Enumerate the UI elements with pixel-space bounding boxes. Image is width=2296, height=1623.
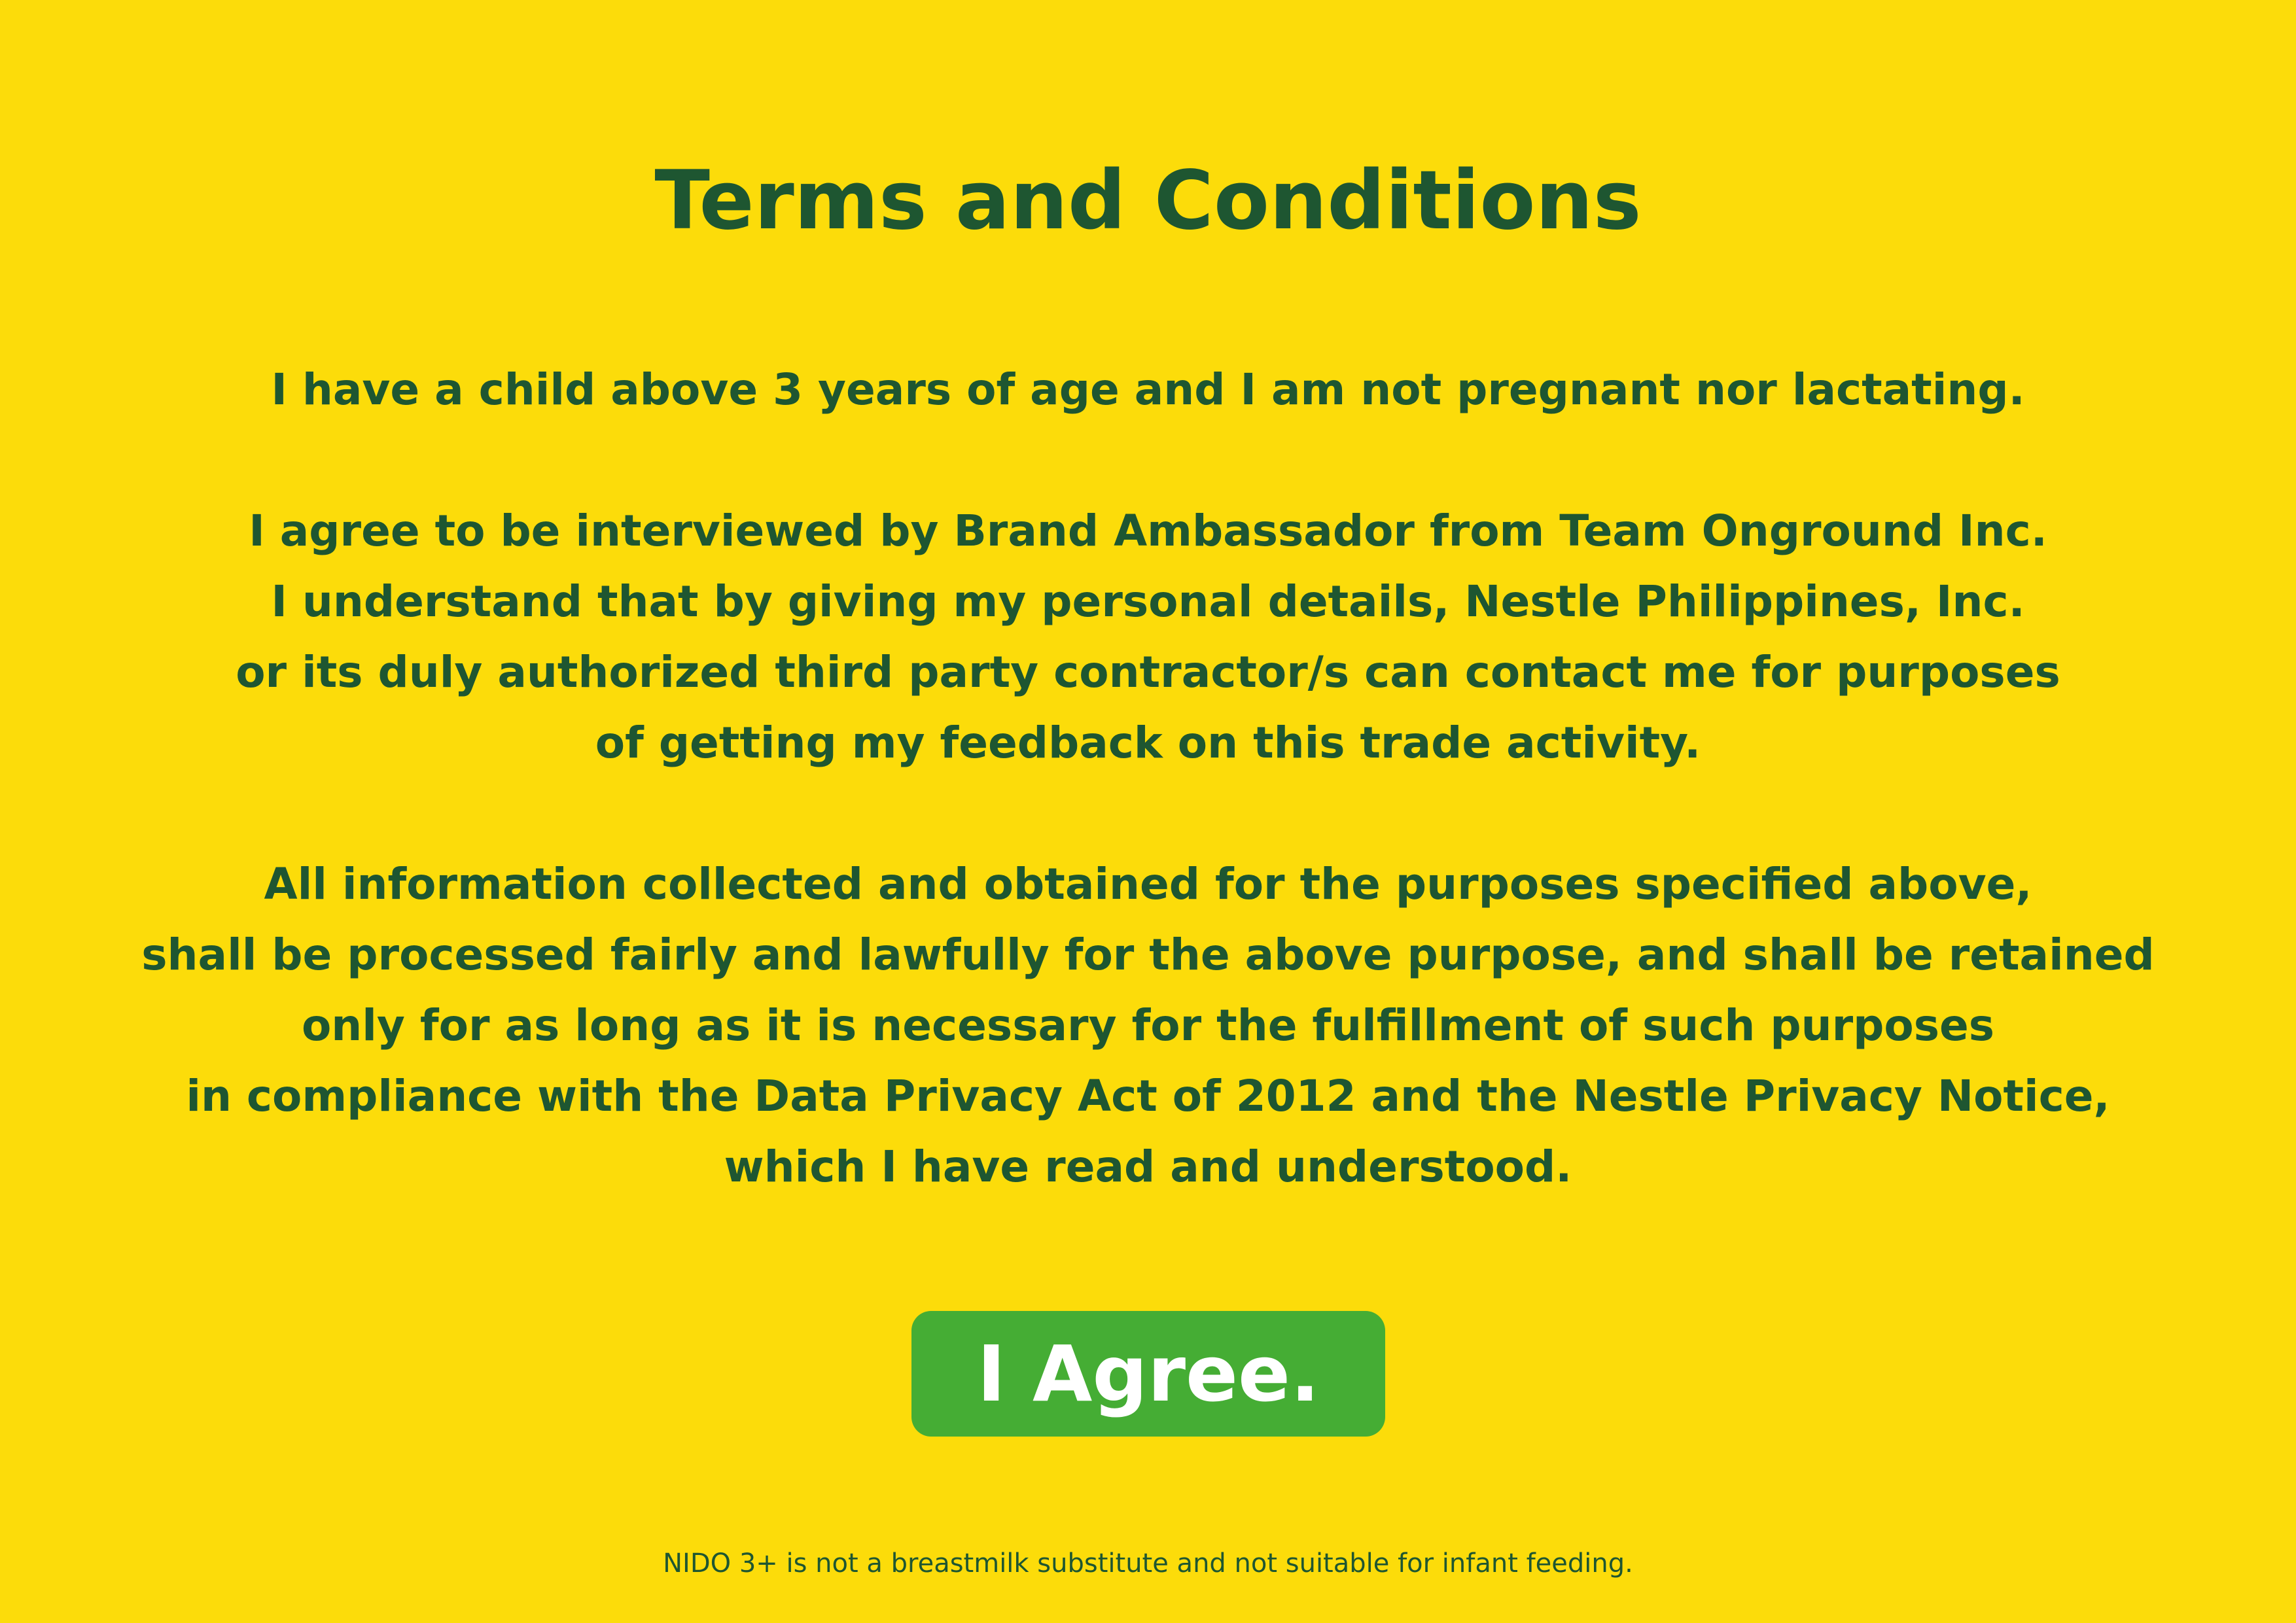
terms-paragraph-interview: I agree to be interviewed by Brand Ambas… (98, 496, 2198, 778)
disclaimer-text: NIDO 3+ is not a breastmilk substitute a… (663, 1548, 1633, 1579)
terms-paragraph-age: I have a child above 3 years of age and … (98, 355, 2198, 425)
terms-line: only for as long as it is necessary for … (301, 1000, 1995, 1051)
page-title: Terms and Conditions (654, 154, 1642, 248)
terms-line: shall be processed fairly and lawfully f… (141, 930, 2155, 980)
terms-line: or its duly authorized third party contr… (236, 647, 2060, 697)
agree-button[interactable]: I Agree. (911, 1311, 1385, 1437)
terms-page: Terms and Conditions I have a child abov… (0, 0, 2296, 1623)
terms-line: I have a child above 3 years of age and … (271, 364, 2025, 415)
terms-line: I understand that by giving my personal … (271, 576, 2025, 627)
terms-line: I agree to be interviewed by Brand Ambas… (249, 506, 2047, 556)
terms-line: of getting my feedback on this trade act… (595, 718, 1701, 768)
terms-line: All information collected and obtained f… (264, 859, 2032, 909)
terms-line: in compliance with the Data Privacy Act … (186, 1071, 2110, 1121)
terms-line: which I have read and understood. (724, 1142, 1572, 1192)
terms-paragraph-privacy: All information collected and obtained f… (98, 849, 2198, 1202)
